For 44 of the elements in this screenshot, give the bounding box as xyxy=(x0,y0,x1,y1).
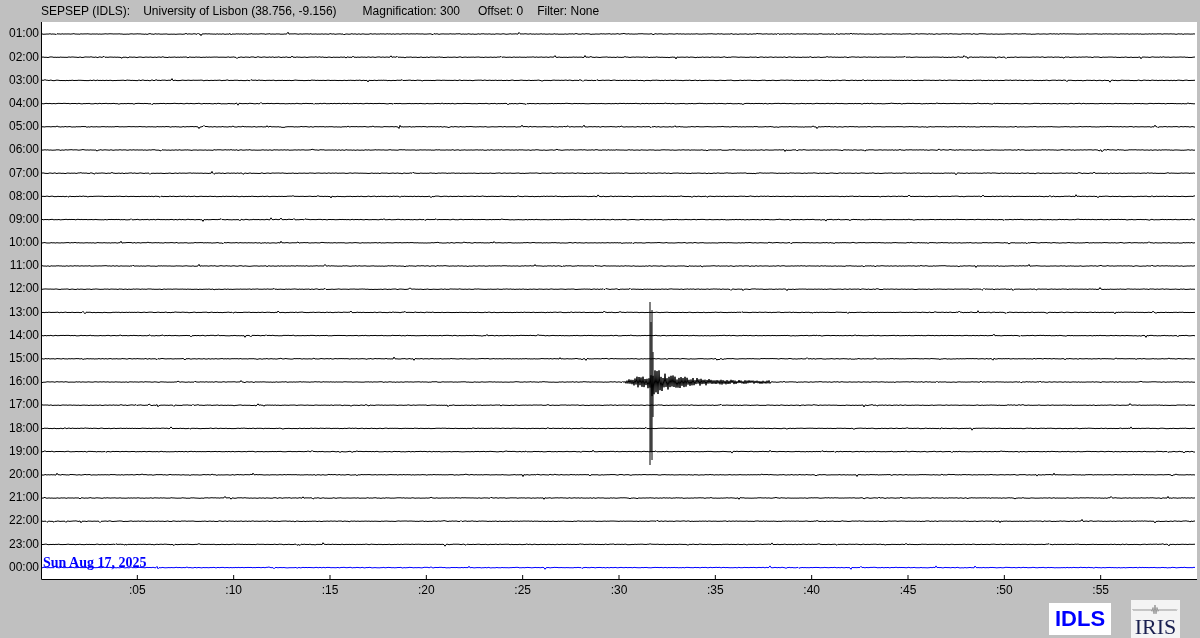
time-tick-label: :30 xyxy=(610,583,628,597)
time-tick-label: :55 xyxy=(1092,583,1109,597)
network-logo: IRIS xyxy=(1131,600,1180,638)
time-tick-label: :15 xyxy=(321,583,339,597)
time-tick-label: :05 xyxy=(129,583,146,597)
filter-label: Filter: None xyxy=(537,4,600,18)
waveform-icon xyxy=(1131,604,1180,616)
hour-label: 13:00 xyxy=(7,303,40,321)
hour-label: 12:00 xyxy=(7,280,40,298)
time-tick-label: :10 xyxy=(225,583,242,597)
time-tick-label: :40 xyxy=(803,583,820,597)
hour-label: 17:00 xyxy=(7,396,40,414)
hour-label: 03:00 xyxy=(7,71,40,89)
hour-label: 00:00 xyxy=(7,558,40,576)
hour-label: 14:00 xyxy=(7,326,40,344)
time-tick-label: :35 xyxy=(707,583,724,597)
hour-label: 18:00 xyxy=(7,419,40,437)
hour-label: 08:00 xyxy=(7,187,40,205)
date-label: Sun Aug 17, 2025 xyxy=(43,554,147,571)
hour-label: 15:00 xyxy=(7,350,40,367)
offset-label: Offset: 0 xyxy=(478,4,524,18)
magnification-label: Magnification: 300 xyxy=(362,4,460,18)
hour-label: 02:00 xyxy=(7,48,40,66)
hour-label: 16:00 xyxy=(7,373,40,391)
time-tick-label: :50 xyxy=(996,583,1013,597)
time-tick-label: :45 xyxy=(899,583,917,597)
time-tick-label: :25 xyxy=(514,583,531,597)
hour-label: 11:00 xyxy=(8,257,40,275)
hour-label: 21:00 xyxy=(7,489,40,507)
hour-label: 09:00 xyxy=(7,210,40,228)
hour-label: 06:00 xyxy=(7,141,40,159)
station-logo: IDLS xyxy=(1049,603,1111,635)
hour-label: 20:00 xyxy=(7,465,40,483)
hour-label: 22:00 xyxy=(7,512,40,530)
hour-label: 07:00 xyxy=(7,164,40,182)
hour-label: 01:00 xyxy=(7,25,40,43)
hour-label: 04:00 xyxy=(7,94,40,112)
location-label: University of Lisbon (38.756, -9.156) xyxy=(143,4,337,18)
hour-label: 10:00 xyxy=(7,234,40,252)
time-tick-label: :20 xyxy=(418,583,435,597)
station-label: SEPSEP (IDLS): xyxy=(41,4,131,18)
hour-label: 19:00 xyxy=(7,442,40,460)
hour-label: 05:00 xyxy=(7,118,40,136)
hour-label: 23:00 xyxy=(7,535,40,553)
